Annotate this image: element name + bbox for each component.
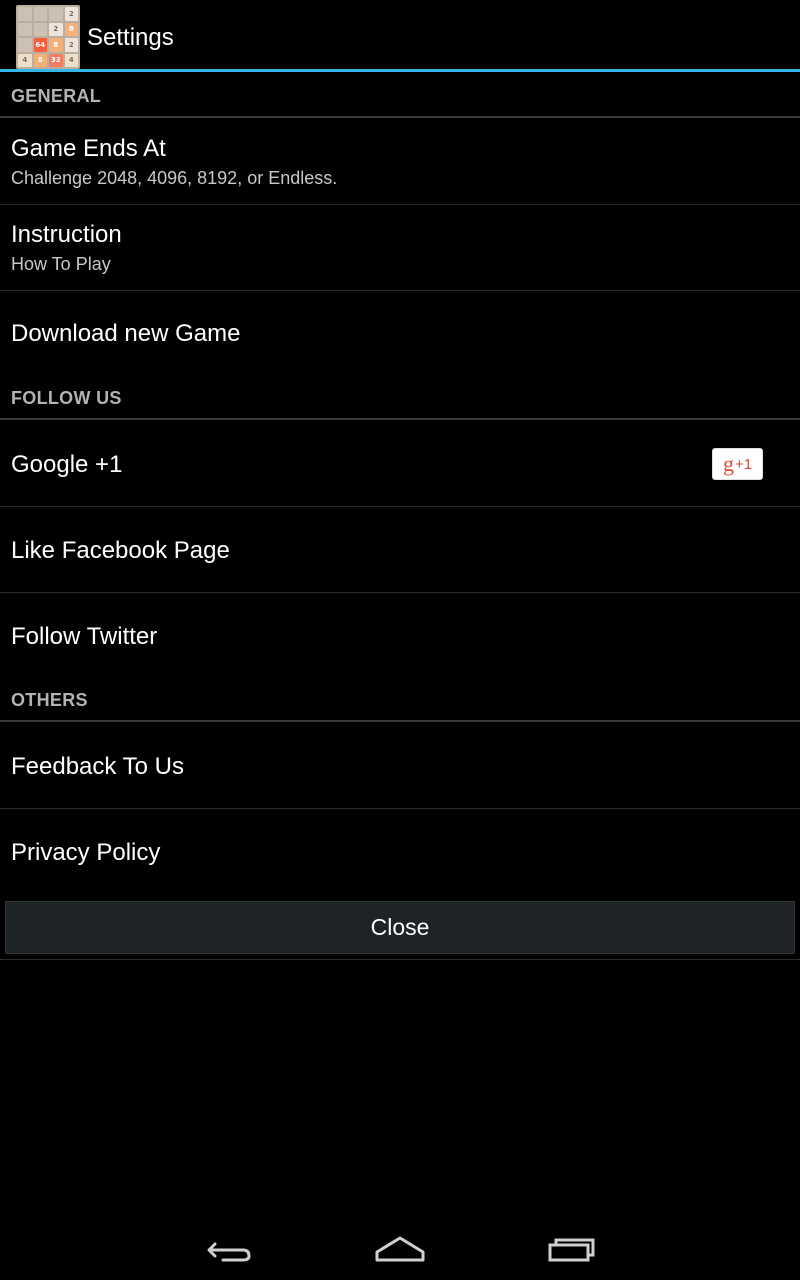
- pref-title: Like Facebook Page: [11, 537, 230, 564]
- app-icon-tile: 8: [49, 38, 63, 52]
- home-button[interactable]: [355, 1220, 445, 1280]
- app-icon-tile: 64: [33, 38, 47, 52]
- navigation-bar: [0, 1220, 800, 1280]
- back-icon: [207, 1242, 251, 1262]
- app-icon-tile: 2: [64, 7, 78, 21]
- app-icon-tile: 8: [64, 22, 78, 36]
- close-button[interactable]: Close: [5, 901, 795, 954]
- google-plus-icon[interactable]: g +1: [712, 448, 763, 480]
- pref-feedback[interactable]: Feedback To Us: [0, 722, 800, 809]
- home-icon: [375, 1236, 425, 1262]
- app-icon-tile: [18, 7, 32, 21]
- pref-like-facebook[interactable]: Like Facebook Page: [0, 507, 800, 593]
- action-bar: 2 2 8 64 8 2 4 8 32 4 Settings: [0, 0, 800, 72]
- page-title: Settings: [87, 24, 174, 51]
- app-icon[interactable]: 2 2 8 64 8 2 4 8 32 4: [16, 5, 80, 69]
- section-header-label: FOLLOW US: [11, 388, 122, 408]
- pref-download-new-game[interactable]: Download new Game: [0, 291, 800, 377]
- pref-title: Download new Game: [11, 320, 241, 347]
- app-icon-tile: 4: [18, 53, 32, 67]
- app-icon-tile: 2: [64, 38, 78, 52]
- pref-summary: How To Play: [11, 254, 111, 274]
- pref-google-plus[interactable]: Google +1 g +1: [0, 420, 800, 507]
- google-plus-g: g: [722, 451, 734, 476]
- pref-game-ends-at[interactable]: Game Ends At Challenge 2048, 4096, 8192,…: [0, 118, 800, 205]
- pref-title: Privacy Policy: [11, 839, 161, 866]
- pref-summary: Challenge 2048, 4096, 8192, or Endless.: [11, 168, 338, 188]
- app-icon-tile: [33, 22, 47, 36]
- app-icon-tile: [33, 7, 47, 21]
- section-header-follow-us: FOLLOW US: [0, 378, 800, 420]
- app-icon-tile: 4: [64, 53, 78, 67]
- recents-button[interactable]: [527, 1220, 617, 1280]
- pref-title: Game Ends At: [11, 135, 166, 162]
- app-icon-tile: 8: [33, 53, 47, 67]
- app-icon-tile: [49, 7, 63, 21]
- recents-icon: [548, 1238, 595, 1262]
- pref-title: Google +1: [11, 451, 123, 478]
- section-header-label: GENERAL: [11, 86, 102, 106]
- app-icon-tile: [18, 22, 32, 36]
- section-header-others: OTHERS: [0, 680, 800, 722]
- pref-title: Instruction: [11, 221, 122, 248]
- pref-follow-twitter[interactable]: Follow Twitter: [0, 593, 800, 679]
- app-icon-tile: 2: [49, 22, 63, 36]
- back-button[interactable]: [185, 1220, 275, 1280]
- app-icon-tile: [18, 38, 32, 52]
- pref-title: Feedback To Us: [11, 753, 184, 780]
- pref-title: Follow Twitter: [11, 623, 158, 650]
- google-plus-count: +1: [734, 455, 753, 473]
- app-icon-tile: 32: [49, 53, 63, 67]
- close-button-container: Close: [0, 894, 800, 960]
- section-header-label: OTHERS: [11, 690, 88, 710]
- pref-privacy-policy[interactable]: Privacy Policy: [0, 809, 800, 894]
- pref-instruction[interactable]: Instruction How To Play: [0, 205, 800, 291]
- section-header-general: GENERAL: [0, 76, 800, 118]
